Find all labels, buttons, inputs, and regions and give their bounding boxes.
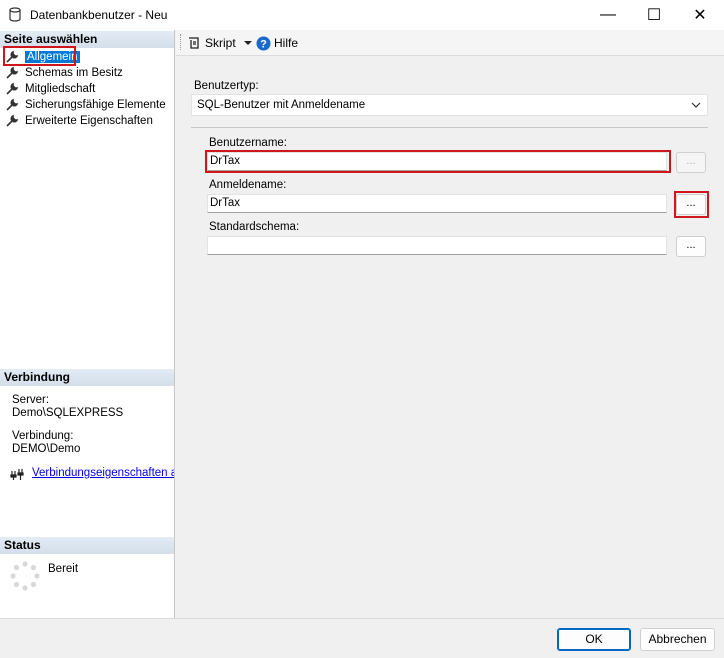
user-type-select[interactable]: SQL-Benutzer mit Anmeldename: [191, 94, 708, 116]
page-item-securables[interactable]: Sicherungsfähige Elemente: [5, 97, 166, 113]
cancel-button[interactable]: Abbrechen: [640, 628, 715, 651]
separator: [191, 127, 708, 128]
wrench-icon: [6, 66, 19, 79]
window-title: Datenbankbenutzer - Neu: [30, 8, 168, 22]
left-panel: Seite auswählen Allgemein Schemas im Bes…: [0, 30, 175, 618]
close-button[interactable]: ✕: [677, 0, 723, 30]
connection-icon: [10, 469, 24, 480]
default-schema-browse-button[interactable]: ...: [676, 236, 706, 257]
toolbar: Skript ? Hilfe: [176, 30, 724, 56]
highlight-username: [205, 150, 671, 173]
page-item-schemas[interactable]: Schemas im Besitz: [5, 65, 123, 81]
login-label: Anmeldename:: [209, 179, 287, 191]
toolbar-grip: [180, 34, 182, 50]
page-item-label: Sicherungsfähige Elemente: [25, 99, 166, 111]
dropdown-arrow-icon[interactable]: [243, 40, 252, 46]
highlight-allgemein: [3, 46, 76, 66]
page-item-mitgliedschaft[interactable]: Mitgliedschaft: [5, 81, 95, 97]
login-input[interactable]: DrTax: [207, 194, 667, 213]
username-label: Benutzername:: [209, 137, 287, 149]
wrench-icon: [6, 98, 19, 111]
server-value: Demo\SQLEXPRESS: [12, 407, 124, 419]
page-item-label: Schemas im Besitz: [25, 67, 123, 79]
help-label: Hilfe: [274, 36, 299, 50]
chevron-down-icon: [691, 102, 701, 108]
default-schema-input[interactable]: [207, 236, 667, 255]
ok-button[interactable]: OK: [557, 628, 631, 651]
username-browse-button[interactable]: ...: [676, 152, 706, 173]
close-icon: ✕: [693, 7, 707, 24]
help-icon: ?: [256, 36, 271, 50]
status-value: Bereit: [48, 563, 79, 575]
main-content: Benutzertyp: SQL-Benutzer mit Anmeldenam…: [176, 56, 724, 618]
wrench-icon: [6, 114, 19, 127]
maximize-button[interactable]: ☐: [631, 0, 677, 30]
dialog-footer: OK Abbrechen: [0, 618, 724, 658]
script-label: Skript: [205, 36, 236, 50]
help-button[interactable]: ? Hilfe: [256, 34, 298, 52]
title-bar: Datenbankbenutzer - Neu — ☐ ✕: [0, 0, 724, 30]
script-button[interactable]: Skript: [187, 34, 252, 52]
default-schema-label: Standardschema:: [209, 221, 300, 233]
highlight-login-browse: [674, 191, 709, 218]
connection-header: Verbindung: [0, 369, 174, 386]
wrench-icon: [6, 82, 19, 95]
script-icon: [189, 37, 199, 49]
status-header: Status: [0, 537, 174, 554]
minimize-button[interactable]: —: [585, 0, 631, 30]
svg-text:?: ?: [260, 38, 267, 50]
minimize-icon: —: [600, 6, 616, 23]
connection-properties-link[interactable]: Verbindungseigenschaften anzeigen: [32, 467, 174, 479]
user-type-value: SQL-Benutzer mit Anmeldename: [197, 99, 366, 111]
server-label: Server:: [12, 394, 50, 406]
progress-spinner-icon: [10, 561, 40, 591]
database-icon: [9, 7, 21, 22]
user-type-label: Benutzertyp:: [194, 80, 259, 92]
connection-value: DEMO\Demo: [12, 443, 81, 455]
page-item-extended-properties[interactable]: Erweiterte Eigenschaften: [5, 113, 153, 129]
page-item-label: Mitgliedschaft: [25, 83, 96, 95]
connection-label: Verbindung:: [12, 430, 74, 442]
maximize-icon: ☐: [646, 7, 662, 24]
page-item-label: Erweiterte Eigenschaften: [25, 115, 153, 127]
